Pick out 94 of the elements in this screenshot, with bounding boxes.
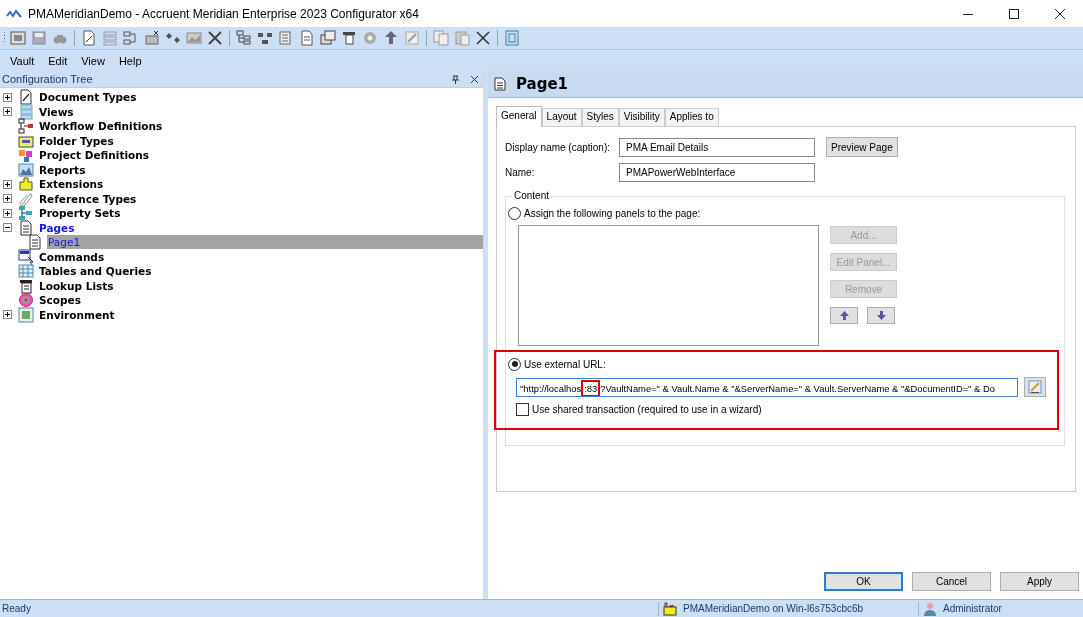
chart-icon bbox=[18, 161, 34, 178]
target-icon bbox=[18, 292, 34, 309]
expand-icon[interactable] bbox=[3, 179, 12, 189]
form-icon[interactable] bbox=[341, 30, 357, 46]
flowchart-icon bbox=[18, 118, 34, 135]
tree-icon[interactable] bbox=[236, 30, 252, 46]
vault-status: PMAMeridianDemo on Win-l6s753cbc6b bbox=[682, 603, 864, 614]
status-text: Ready bbox=[1, 603, 31, 614]
tab[interactable]: Applies to bbox=[664, 108, 719, 126]
dialog-button[interactable]: Cancel bbox=[912, 572, 991, 591]
menu-item[interactable]: Help bbox=[111, 54, 149, 67]
tab[interactable]: Visibility bbox=[618, 108, 665, 126]
tree-item[interactable]: Page1 bbox=[47, 235, 483, 250]
close-icon[interactable] bbox=[1054, 7, 1066, 20]
nodes-icon[interactable] bbox=[257, 30, 273, 46]
table-icon bbox=[18, 263, 34, 280]
cubes-icon bbox=[18, 147, 34, 164]
checkbox-label[interactable]: Use shared transaction (required to use in a wizard) bbox=[532, 404, 762, 415]
move-up-button[interactable] bbox=[830, 307, 858, 324]
tree-item[interactable]: Workflow Definitions bbox=[38, 119, 164, 134]
group-label: Content bbox=[512, 190, 552, 201]
document-icon bbox=[18, 219, 34, 236]
url-field[interactable]: "http://localhos :83 ?VaultName=" & Vault.Name & "&ServerName=" & Vault.ServerName & "&DocumentID=" & Do bbox=[516, 377, 1018, 397]
tab[interactable]: Styles bbox=[581, 108, 619, 126]
panel-title: Configuration Tree bbox=[2, 73, 93, 85]
panel-list[interactable] bbox=[518, 225, 819, 346]
document-icon[interactable] bbox=[81, 30, 97, 46]
window-icon bbox=[18, 248, 34, 265]
field-label: Display name (caption): bbox=[505, 141, 612, 153]
pin-icon[interactable] bbox=[451, 74, 460, 84]
maximize-icon[interactable] bbox=[1008, 7, 1020, 20]
dialog-button[interactable]: Apply bbox=[1000, 572, 1079, 591]
tray-icon[interactable] bbox=[144, 30, 160, 46]
puzzle-icon bbox=[18, 176, 34, 193]
user-icon bbox=[923, 601, 937, 616]
document-icon bbox=[494, 77, 506, 91]
tree-item[interactable]: Reports bbox=[38, 162, 87, 177]
tree-item[interactable]: Pages bbox=[38, 220, 76, 235]
checkbox[interactable] bbox=[516, 403, 529, 416]
tree-item[interactable]: Scopes bbox=[38, 293, 82, 308]
tree-item[interactable]: Views bbox=[38, 104, 75, 119]
checklist-icon[interactable] bbox=[278, 30, 294, 46]
menu-item[interactable]: Vault bbox=[3, 54, 42, 67]
field-label: Name: bbox=[505, 167, 536, 178]
up-arrow-icon bbox=[839, 311, 849, 320]
dialog-button[interactable]: OK bbox=[824, 572, 903, 591]
radio-label[interactable]: Use external URL: bbox=[524, 358, 606, 370]
menu-item[interactable]: Edit bbox=[41, 54, 75, 67]
tab[interactable]: Layout bbox=[541, 108, 582, 126]
user-status: Administrator bbox=[942, 603, 1002, 614]
expand-icon[interactable] bbox=[3, 310, 12, 320]
app-logo-icon bbox=[6, 8, 22, 19]
expand-icon[interactable] bbox=[3, 107, 12, 117]
preview-page-button[interactable]: Preview Page bbox=[826, 137, 898, 157]
windows-icon[interactable] bbox=[320, 30, 336, 46]
factory-icon bbox=[663, 601, 677, 616]
list-icon bbox=[18, 103, 34, 120]
delete-icon[interactable] bbox=[475, 30, 491, 46]
window-icon bbox=[18, 306, 34, 323]
tree-item[interactable]: Document Types bbox=[38, 90, 138, 105]
tree-item[interactable]: Environment bbox=[38, 307, 116, 322]
collapse-icon[interactable] bbox=[3, 223, 12, 233]
expand-icon[interactable] bbox=[3, 194, 12, 204]
window-title: PMAMeridianDemo - Accruent Meridian Enterprise 2023 Configurator x64 bbox=[28, 6, 419, 21]
diamonds-icon[interactable] bbox=[165, 30, 181, 46]
text-field[interactable]: PMAPowerWebInterface bbox=[619, 163, 815, 182]
expand-icon[interactable] bbox=[3, 208, 12, 218]
tree-item[interactable]: Extensions bbox=[38, 177, 105, 192]
tab[interactable]: General bbox=[496, 106, 542, 127]
tree-item[interactable]: Lookup Lists bbox=[38, 278, 115, 293]
down-arrow-icon bbox=[876, 311, 886, 320]
flowchart-icon[interactable] bbox=[123, 30, 139, 46]
expand-icon[interactable] bbox=[3, 92, 12, 102]
menu-item[interactable]: View bbox=[74, 54, 112, 67]
text-field[interactable]: PMA Email Details bbox=[619, 137, 815, 157]
radio-button[interactable] bbox=[508, 206, 521, 220]
document-icon bbox=[27, 234, 43, 251]
radio-label[interactable]: Assign the following panels to the page: bbox=[524, 207, 701, 219]
document-icon bbox=[18, 89, 34, 106]
list-icon bbox=[18, 277, 34, 294]
tree-item[interactable]: Commands bbox=[38, 249, 106, 264]
tree-icon bbox=[18, 205, 34, 222]
tree-item[interactable]: Reference Types bbox=[38, 191, 138, 206]
move-down-button[interactable] bbox=[867, 307, 895, 324]
window-icon[interactable] bbox=[10, 30, 26, 46]
tree-item[interactable]: Folder Types bbox=[38, 133, 115, 148]
paperclip-icon bbox=[18, 190, 34, 207]
editor-title: Page1 bbox=[516, 75, 569, 93]
close-icon[interactable] bbox=[470, 74, 479, 84]
tree-item[interactable]: Tables and Queries bbox=[38, 264, 153, 279]
upload-icon[interactable] bbox=[383, 30, 399, 46]
tree-item[interactable]: Project Definitions bbox=[38, 148, 150, 163]
tree-item[interactable]: Property Sets bbox=[38, 206, 122, 221]
radio-button[interactable] bbox=[508, 357, 521, 371]
